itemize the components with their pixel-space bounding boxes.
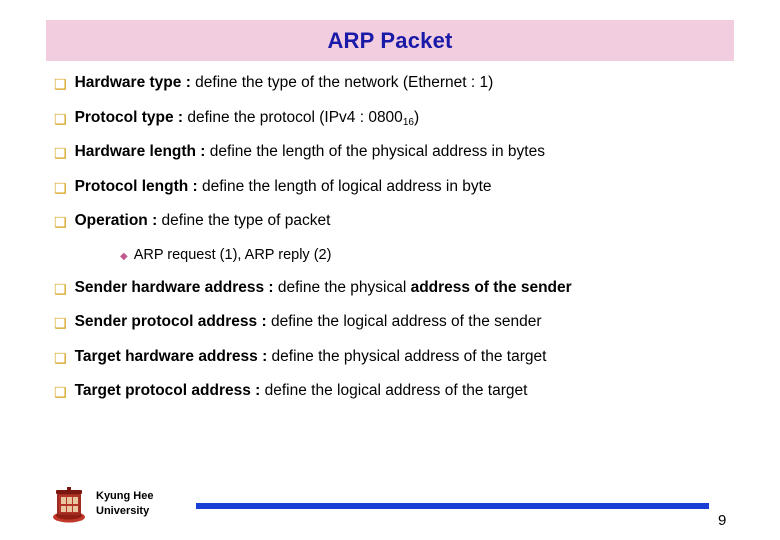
square-bullet-icon: ❑ <box>54 146 67 162</box>
square-bullet-icon: ❑ <box>54 111 67 128</box>
bullet-label: Target protocol address : <box>74 382 261 399</box>
bullet-text: Target protocol address : define the log… <box>75 382 528 400</box>
bullet-rest-bold: address of the sender <box>410 278 572 296</box>
list-item: ❑ Hardware length : define the length of… <box>54 143 754 161</box>
bullet-text: Sender hardware address : define the phy… <box>75 279 572 297</box>
footer-divider <box>196 503 709 509</box>
university-logo-icon <box>53 487 85 523</box>
bullet-label: Sender hardware address : <box>74 278 274 296</box>
page-number: 9 <box>718 512 727 529</box>
subscript-16: 16 <box>402 116 414 128</box>
slide-title-bar: ARP Packet <box>46 20 734 61</box>
square-bullet-icon: ❑ <box>54 77 67 93</box>
list-item: ❑ Protocol type : define the protocol (I… <box>54 108 754 128</box>
bullet-rest: define the length of the physical addres… <box>205 143 545 160</box>
sub-list-item: ◆ ARP request (1), ARP reply (2) <box>120 247 754 263</box>
list-item: ❑ Hardware type : define the type of the… <box>54 74 754 92</box>
bullet-text: Target hardware address : define the phy… <box>75 348 547 366</box>
bullet-text: Hardware length : define the length of t… <box>75 143 545 161</box>
bullet-text: Sender protocol address : define the log… <box>75 313 542 331</box>
bullet-rest: define the length of logical address in … <box>197 177 492 195</box>
sub-bullet-text: ARP request (1), ARP reply (2) <box>133 246 332 263</box>
square-bullet-icon: ❑ <box>54 350 67 367</box>
bullet-rest: define the logical address of the target <box>260 382 528 399</box>
slide: ARP Packet ❑ Hardware type : define the … <box>0 0 780 540</box>
bullet-rest: define the type of the network (Ethernet… <box>190 74 494 91</box>
bullet-label: Protocol length : <box>74 177 198 195</box>
bullet-label: Hardware type : <box>74 74 191 91</box>
list-item: ❑ Target hardware address : define the p… <box>54 348 754 366</box>
bullet-rest-post: ) <box>413 108 420 126</box>
bullet-text: Protocol type : define the protocol (IPv… <box>74 108 420 128</box>
footer-org-line2: University <box>96 504 150 517</box>
square-bullet-icon: ❑ <box>54 385 67 401</box>
list-item: ❑ Sender hardware address : define the p… <box>54 279 754 297</box>
bullet-label: Target hardware address : <box>74 347 268 365</box>
bullet-label: Protocol type : <box>74 108 184 126</box>
bullet-rest: define the type of packet <box>157 212 331 229</box>
footer-organization: Kyung Hee University <box>96 489 153 519</box>
page-title: ARP Packet <box>327 27 453 53</box>
square-bullet-icon: ❑ <box>54 281 67 298</box>
list-item: ❑ Sender protocol address : define the l… <box>54 313 754 331</box>
bullet-rest-pre: define the protocol (IPv4 : 0800 <box>183 108 403 126</box>
bullet-rest: define the physical address of the targe… <box>267 347 547 365</box>
bullet-text: Hardware type : define the type of the n… <box>75 74 494 92</box>
square-bullet-icon: ❑ <box>54 316 67 332</box>
bullet-rest: define the physical <box>273 278 411 296</box>
bullet-rest: define the logical address of the sender <box>266 313 542 330</box>
square-bullet-icon: ❑ <box>54 180 67 197</box>
bullet-list: ❑ Hardware type : define the type of the… <box>54 74 754 417</box>
list-item: ❑ Target protocol address : define the l… <box>54 382 754 400</box>
footer-org-line1: Kyung Hee <box>96 490 154 502</box>
bullet-label: Sender protocol address : <box>74 313 267 330</box>
bullet-label: Operation : <box>74 212 158 229</box>
bullet-text: Operation : define the type of packet <box>75 212 331 230</box>
list-item: ❑ Operation : define the type of packet <box>54 212 754 230</box>
bullet-text: Protocol length : define the length of l… <box>75 178 492 196</box>
bullet-label: Hardware length : <box>74 143 206 160</box>
diamond-bullet-icon: ◆ <box>120 250 128 262</box>
list-item: ❑ Protocol length : define the length of… <box>54 178 754 196</box>
square-bullet-icon: ❑ <box>54 215 67 231</box>
